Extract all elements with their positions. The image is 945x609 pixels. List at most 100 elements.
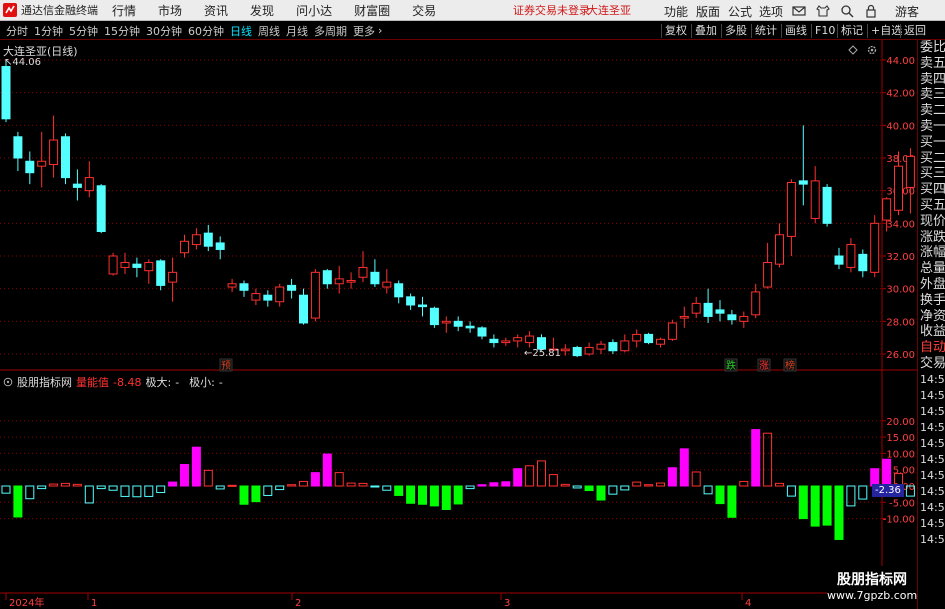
period-1min[interactable]: 1分钟 [34, 23, 63, 39]
indicator-bar [37, 485, 47, 490]
period-more[interactable]: 更多 [353, 23, 375, 39]
toolbar-stats[interactable]: 统计 [751, 24, 780, 38]
toolbar-overlay[interactable]: 叠加 [691, 24, 720, 38]
indicator-bar [548, 474, 558, 487]
candle-body [25, 160, 35, 174]
chart-area[interactable]: 44.0042.0040.0038.0036.0034.0032.0030.00… [0, 40, 917, 609]
period-intraday[interactable]: 分时 [6, 23, 28, 39]
candle [870, 215, 880, 278]
menu-layout[interactable]: 版面 [696, 3, 720, 20]
period-15min[interactable]: 15分钟 [104, 23, 140, 39]
toolbar-f10[interactable]: F10 [811, 24, 838, 38]
toolbar-back[interactable]: 返回 [900, 24, 929, 38]
candle [775, 223, 784, 268]
indicator-bar [727, 485, 737, 518]
menu-assistant[interactable]: 问小达 [296, 2, 332, 19]
candle-body [406, 296, 416, 306]
candle [418, 296, 427, 317]
period-monthly[interactable]: 月线 [286, 23, 308, 39]
indicator-bar [537, 460, 546, 487]
indicator-max-value: - [175, 375, 180, 389]
menu-trade[interactable]: 交易 [412, 2, 436, 19]
mail-icon[interactable] [792, 4, 806, 18]
menu-discover[interactable]: 发现 [250, 2, 274, 19]
candle-body [632, 333, 642, 342]
quote-item: 委比 [920, 40, 945, 55]
trade-item[interactable]: 自动 [918, 340, 945, 356]
indicator-bar [489, 482, 499, 487]
candle-body [620, 340, 630, 352]
candle [644, 332, 654, 345]
indicator-max-label: 极大: [145, 376, 172, 389]
skin-icon[interactable] [816, 4, 830, 18]
toolbar-draw[interactable]: 画线 [781, 24, 810, 38]
candle-body [191, 234, 201, 246]
lock-icon[interactable] [864, 4, 878, 18]
period-30min[interactable]: 30分钟 [146, 23, 182, 39]
y-tick-label: 10.00 [886, 449, 915, 460]
candle [584, 342, 594, 356]
toolbar-adjust[interactable]: 复权 [661, 24, 690, 38]
quote-item: 现价 [920, 213, 945, 229]
candle [251, 288, 261, 305]
high-price-value: 44.06 [12, 57, 42, 68]
candle-body [394, 283, 404, 298]
candle [1, 59, 11, 123]
candle-body [703, 302, 713, 317]
menu-quotes[interactable]: 行情 [112, 2, 136, 19]
y-tick-label: 42.00 [886, 89, 915, 100]
indicator-settings-icon[interactable] [3, 377, 13, 387]
period-multi[interactable]: 多周期 [314, 23, 347, 39]
candlestick-series [1, 59, 915, 358]
menu-formula[interactable]: 公式 [728, 3, 752, 20]
toolbar-mark[interactable]: 标记 [837, 24, 866, 38]
period-60min[interactable]: 60分钟 [188, 23, 224, 39]
indicator-bar [203, 469, 213, 487]
candle [406, 293, 416, 310]
search-icon[interactable] [840, 4, 854, 18]
y-tick-label: 44.00 [886, 56, 915, 67]
y-tick-label: 28.00 [886, 317, 915, 328]
time-item: 14:56 [920, 484, 945, 498]
menu-community[interactable]: 财富圈 [354, 2, 390, 19]
candle-body [180, 240, 189, 254]
candle-body [465, 325, 475, 329]
candle [656, 337, 665, 348]
indicator-param-value: -8.48 [113, 375, 142, 389]
menu-options[interactable]: 选项 [759, 3, 783, 20]
indicator-bar [560, 483, 570, 487]
period-daily[interactable]: 日线 [230, 23, 252, 39]
candle-body [596, 343, 606, 350]
more-arrow-icon[interactable]: › [378, 24, 382, 37]
candle [13, 131, 23, 172]
candle-body [870, 222, 880, 273]
indicator-bar [786, 485, 796, 497]
candle-body [370, 271, 380, 285]
menu-news[interactable]: 资讯 [204, 2, 228, 19]
y-tick-label: 32.00 [886, 252, 915, 263]
x-tick-label: 4 [745, 598, 751, 609]
toolbar-multi-stock[interactable]: 多股 [721, 24, 750, 38]
indicator-bar [394, 485, 404, 496]
diamond-icon[interactable] [848, 45, 858, 55]
indicator-header: 股朋指标网 量能值 -8.48 极大: - 极小: - [3, 374, 223, 390]
candle [572, 345, 582, 358]
candle-body [203, 232, 213, 247]
trade-item[interactable]: 交易 [918, 356, 945, 372]
indicator-bar [25, 485, 35, 500]
indicator-bar [370, 485, 380, 488]
settings-gear-icon[interactable] [866, 44, 878, 56]
candle-body [84, 177, 94, 192]
login-status[interactable]: 证券交易未登录 [513, 2, 590, 18]
menu-function[interactable]: 功能 [664, 3, 688, 20]
candle [846, 238, 856, 273]
period-weekly[interactable]: 周线 [258, 23, 280, 39]
quote-item: 买一 [920, 134, 945, 150]
indicator-title[interactable]: 股朋指标网 [17, 374, 72, 390]
candle-body [429, 307, 439, 326]
guest-label[interactable]: 游客 [895, 3, 919, 20]
period-5min[interactable]: 5分钟 [69, 23, 98, 39]
candle-body [834, 255, 844, 265]
menu-market[interactable]: 市场 [158, 2, 182, 19]
indicator-bar [679, 448, 689, 487]
